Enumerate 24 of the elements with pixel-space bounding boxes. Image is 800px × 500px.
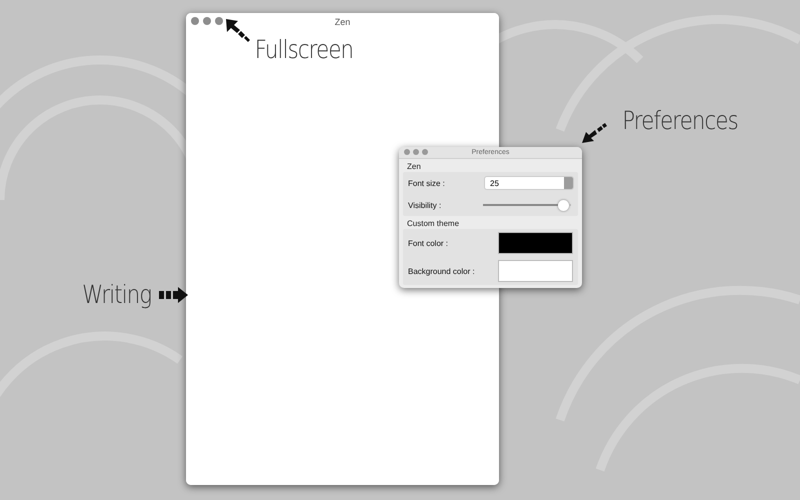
stepper-icon[interactable] xyxy=(564,177,573,189)
field-label: Font color : xyxy=(408,238,448,248)
annotation-label: Writing xyxy=(82,280,152,309)
window-title: Zen xyxy=(334,16,350,26)
visibility-slider[interactable] xyxy=(483,200,571,210)
minimize-button[interactable] xyxy=(413,149,419,155)
section-heading: Zen xyxy=(406,161,422,172)
annotation-label: Fullscreen xyxy=(254,35,354,64)
arrow-icon xyxy=(159,284,190,304)
field-label: Background color : xyxy=(408,266,475,276)
minimize-button[interactable] xyxy=(203,17,211,25)
slider-thumb[interactable] xyxy=(558,200,570,210)
field-label: Font size : xyxy=(408,178,445,188)
color-well[interactable] xyxy=(498,260,573,282)
annotation-label: Preferences xyxy=(622,106,738,135)
arrow-icon xyxy=(580,123,610,145)
color-well[interactable] xyxy=(498,232,573,254)
zoom-button[interactable] xyxy=(215,17,223,25)
zoom-button[interactable] xyxy=(422,149,428,155)
close-button[interactable] xyxy=(191,17,199,25)
field-label: Visibility : xyxy=(408,200,442,210)
section-heading: Custom theme xyxy=(406,218,460,229)
font-size-field[interactable]: 25 xyxy=(485,177,573,189)
close-button[interactable] xyxy=(404,149,410,155)
